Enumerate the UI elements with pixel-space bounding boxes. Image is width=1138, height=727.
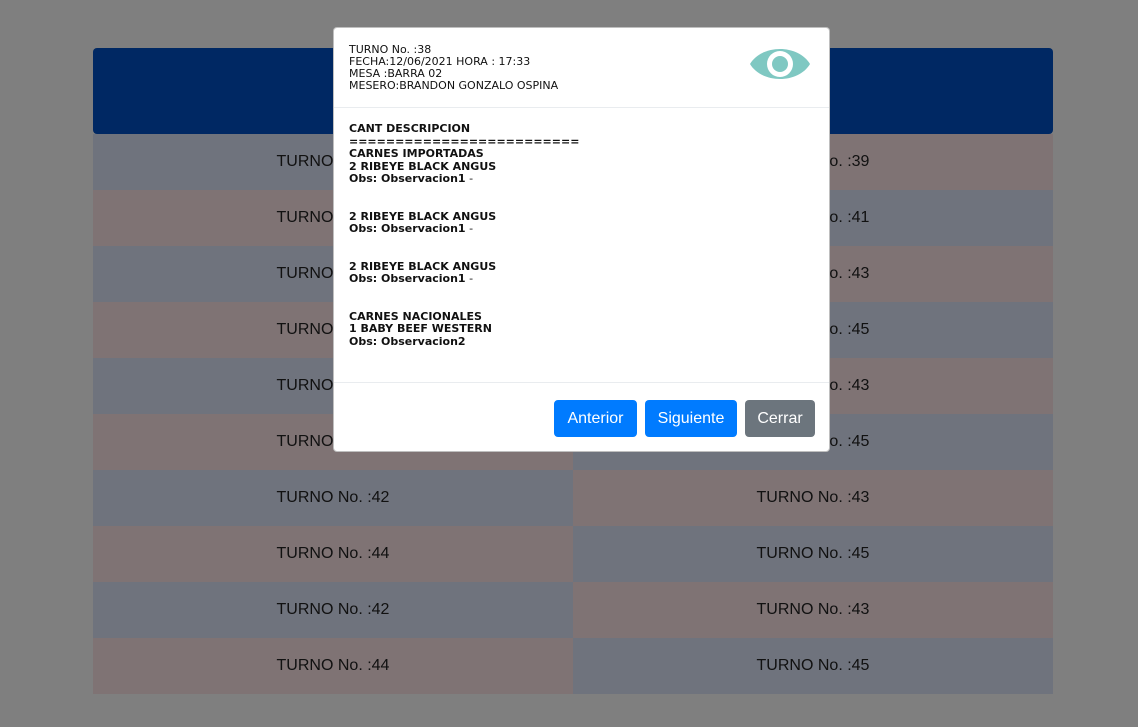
item-observation: Obs: Observacion1 - (349, 222, 474, 235)
order-meta: TURNO No. :38 FECHA:12/06/2021 HORA : 17… (349, 44, 558, 92)
eye-icon (750, 49, 810, 79)
order-ticket: CANT DESCRIPCION =======================… (349, 122, 579, 348)
category-heading: CARNES IMPORTADAS (349, 147, 484, 160)
previous-button[interactable]: Anterior (554, 400, 637, 437)
order-detail-modal: TURNO No. :38 FECHA:12/06/2021 HORA : 17… (333, 27, 830, 452)
columns-header: CANT DESCRIPCION (349, 122, 471, 135)
modal-body: CANT DESCRIPCION =======================… (334, 108, 829, 383)
next-button[interactable]: Siguiente (645, 400, 737, 437)
order-item: 1 BABY BEEF WESTERN (349, 322, 492, 335)
modal-footer: Anterior Siguiente Cerrar (334, 383, 829, 453)
modal-header: TURNO No. :38 FECHA:12/06/2021 HORA : 17… (334, 28, 829, 108)
item-observation: Obs: Observacion1 - (349, 172, 474, 185)
close-button[interactable]: Cerrar (745, 400, 815, 437)
waiter-name: MESERO:BRANDON GONZALO OSPINA (349, 79, 559, 92)
item-observation: Obs: Observacion2 (349, 334, 466, 348)
item-observation: Obs: Observacion1 - (349, 272, 474, 285)
